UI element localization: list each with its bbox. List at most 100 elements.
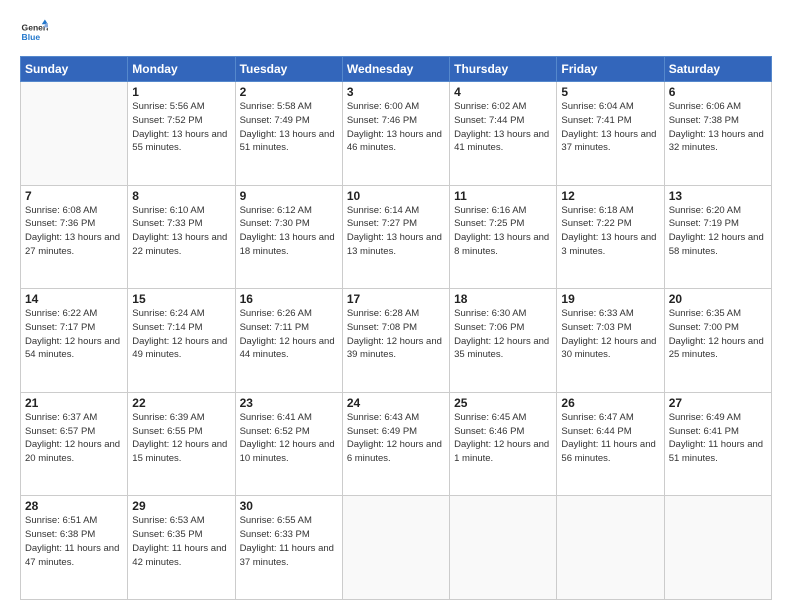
day-number: 24 <box>347 396 445 410</box>
calendar-cell: 18Sunrise: 6:30 AMSunset: 7:06 PMDayligh… <box>450 289 557 393</box>
day-info: Sunrise: 5:58 AMSunset: 7:49 PMDaylight:… <box>240 100 338 155</box>
header: General Blue <box>20 18 772 46</box>
day-info: Sunrise: 6:24 AMSunset: 7:14 PMDaylight:… <box>132 307 230 362</box>
calendar-cell: 27Sunrise: 6:49 AMSunset: 6:41 PMDayligh… <box>664 392 771 496</box>
day-number: 21 <box>25 396 123 410</box>
day-number: 10 <box>347 189 445 203</box>
calendar-cell <box>664 496 771 600</box>
day-number: 22 <box>132 396 230 410</box>
calendar-cell: 13Sunrise: 6:20 AMSunset: 7:19 PMDayligh… <box>664 185 771 289</box>
day-number: 19 <box>561 292 659 306</box>
calendar-cell: 8Sunrise: 6:10 AMSunset: 7:33 PMDaylight… <box>128 185 235 289</box>
calendar-cell: 22Sunrise: 6:39 AMSunset: 6:55 PMDayligh… <box>128 392 235 496</box>
calendar-week-4: 21Sunrise: 6:37 AMSunset: 6:57 PMDayligh… <box>21 392 772 496</box>
calendar-cell: 2Sunrise: 5:58 AMSunset: 7:49 PMDaylight… <box>235 82 342 186</box>
calendar-cell: 10Sunrise: 6:14 AMSunset: 7:27 PMDayligh… <box>342 185 449 289</box>
day-number: 16 <box>240 292 338 306</box>
calendar-cell: 26Sunrise: 6:47 AMSunset: 6:44 PMDayligh… <box>557 392 664 496</box>
day-info: Sunrise: 6:16 AMSunset: 7:25 PMDaylight:… <box>454 204 552 259</box>
day-number: 28 <box>25 499 123 513</box>
calendar-cell: 28Sunrise: 6:51 AMSunset: 6:38 PMDayligh… <box>21 496 128 600</box>
calendar-cell: 11Sunrise: 6:16 AMSunset: 7:25 PMDayligh… <box>450 185 557 289</box>
calendar-cell: 14Sunrise: 6:22 AMSunset: 7:17 PMDayligh… <box>21 289 128 393</box>
calendar-cell: 17Sunrise: 6:28 AMSunset: 7:08 PMDayligh… <box>342 289 449 393</box>
weekday-header-tuesday: Tuesday <box>235 57 342 82</box>
day-info: Sunrise: 6:47 AMSunset: 6:44 PMDaylight:… <box>561 411 659 466</box>
logo: General Blue <box>20 18 48 46</box>
day-info: Sunrise: 6:41 AMSunset: 6:52 PMDaylight:… <box>240 411 338 466</box>
calendar-cell: 3Sunrise: 6:00 AMSunset: 7:46 PMDaylight… <box>342 82 449 186</box>
calendar-cell: 25Sunrise: 6:45 AMSunset: 6:46 PMDayligh… <box>450 392 557 496</box>
day-info: Sunrise: 6:02 AMSunset: 7:44 PMDaylight:… <box>454 100 552 155</box>
day-number: 20 <box>669 292 767 306</box>
calendar-week-2: 7Sunrise: 6:08 AMSunset: 7:36 PMDaylight… <box>21 185 772 289</box>
calendar-cell <box>21 82 128 186</box>
weekday-header-thursday: Thursday <box>450 57 557 82</box>
day-info: Sunrise: 6:37 AMSunset: 6:57 PMDaylight:… <box>25 411 123 466</box>
day-info: Sunrise: 6:26 AMSunset: 7:11 PMDaylight:… <box>240 307 338 362</box>
calendar-cell <box>450 496 557 600</box>
calendar-cell <box>342 496 449 600</box>
calendar-cell: 4Sunrise: 6:02 AMSunset: 7:44 PMDaylight… <box>450 82 557 186</box>
day-number: 7 <box>25 189 123 203</box>
day-number: 3 <box>347 85 445 99</box>
calendar-cell: 5Sunrise: 6:04 AMSunset: 7:41 PMDaylight… <box>557 82 664 186</box>
svg-text:Blue: Blue <box>22 32 41 42</box>
day-number: 5 <box>561 85 659 99</box>
day-info: Sunrise: 6:00 AMSunset: 7:46 PMDaylight:… <box>347 100 445 155</box>
day-info: Sunrise: 6:12 AMSunset: 7:30 PMDaylight:… <box>240 204 338 259</box>
calendar-week-1: 1Sunrise: 5:56 AMSunset: 7:52 PMDaylight… <box>21 82 772 186</box>
day-number: 13 <box>669 189 767 203</box>
day-number: 6 <box>669 85 767 99</box>
calendar-cell: 7Sunrise: 6:08 AMSunset: 7:36 PMDaylight… <box>21 185 128 289</box>
day-info: Sunrise: 6:49 AMSunset: 6:41 PMDaylight:… <box>669 411 767 466</box>
weekday-header-wednesday: Wednesday <box>342 57 449 82</box>
day-number: 11 <box>454 189 552 203</box>
day-number: 9 <box>240 189 338 203</box>
day-info: Sunrise: 6:08 AMSunset: 7:36 PMDaylight:… <box>25 204 123 259</box>
day-info: Sunrise: 6:55 AMSunset: 6:33 PMDaylight:… <box>240 514 338 569</box>
weekday-header-friday: Friday <box>557 57 664 82</box>
day-info: Sunrise: 6:22 AMSunset: 7:17 PMDaylight:… <box>25 307 123 362</box>
day-number: 8 <box>132 189 230 203</box>
day-info: Sunrise: 6:06 AMSunset: 7:38 PMDaylight:… <box>669 100 767 155</box>
day-number: 15 <box>132 292 230 306</box>
calendar-cell: 19Sunrise: 6:33 AMSunset: 7:03 PMDayligh… <box>557 289 664 393</box>
day-info: Sunrise: 6:30 AMSunset: 7:06 PMDaylight:… <box>454 307 552 362</box>
day-number: 25 <box>454 396 552 410</box>
calendar-cell: 20Sunrise: 6:35 AMSunset: 7:00 PMDayligh… <box>664 289 771 393</box>
day-info: Sunrise: 6:35 AMSunset: 7:00 PMDaylight:… <box>669 307 767 362</box>
day-info: Sunrise: 6:20 AMSunset: 7:19 PMDaylight:… <box>669 204 767 259</box>
calendar-cell: 23Sunrise: 6:41 AMSunset: 6:52 PMDayligh… <box>235 392 342 496</box>
day-number: 12 <box>561 189 659 203</box>
day-info: Sunrise: 5:56 AMSunset: 7:52 PMDaylight:… <box>132 100 230 155</box>
day-number: 23 <box>240 396 338 410</box>
day-number: 30 <box>240 499 338 513</box>
calendar-cell: 1Sunrise: 5:56 AMSunset: 7:52 PMDaylight… <box>128 82 235 186</box>
calendar-cell: 21Sunrise: 6:37 AMSunset: 6:57 PMDayligh… <box>21 392 128 496</box>
day-info: Sunrise: 6:43 AMSunset: 6:49 PMDaylight:… <box>347 411 445 466</box>
day-info: Sunrise: 6:53 AMSunset: 6:35 PMDaylight:… <box>132 514 230 569</box>
calendar-week-5: 28Sunrise: 6:51 AMSunset: 6:38 PMDayligh… <box>21 496 772 600</box>
day-number: 1 <box>132 85 230 99</box>
calendar-cell <box>557 496 664 600</box>
calendar-cell: 6Sunrise: 6:06 AMSunset: 7:38 PMDaylight… <box>664 82 771 186</box>
day-info: Sunrise: 6:45 AMSunset: 6:46 PMDaylight:… <box>454 411 552 466</box>
day-number: 14 <box>25 292 123 306</box>
calendar-cell: 24Sunrise: 6:43 AMSunset: 6:49 PMDayligh… <box>342 392 449 496</box>
calendar-cell: 15Sunrise: 6:24 AMSunset: 7:14 PMDayligh… <box>128 289 235 393</box>
day-info: Sunrise: 6:33 AMSunset: 7:03 PMDaylight:… <box>561 307 659 362</box>
weekday-header-row: SundayMondayTuesdayWednesdayThursdayFrid… <box>21 57 772 82</box>
calendar-page: General Blue SundayMondayTuesdayWednesda… <box>0 0 792 612</box>
day-info: Sunrise: 6:04 AMSunset: 7:41 PMDaylight:… <box>561 100 659 155</box>
weekday-header-saturday: Saturday <box>664 57 771 82</box>
calendar-table: SundayMondayTuesdayWednesdayThursdayFrid… <box>20 56 772 600</box>
calendar-cell: 30Sunrise: 6:55 AMSunset: 6:33 PMDayligh… <box>235 496 342 600</box>
day-number: 17 <box>347 292 445 306</box>
day-info: Sunrise: 6:10 AMSunset: 7:33 PMDaylight:… <box>132 204 230 259</box>
day-number: 27 <box>669 396 767 410</box>
day-info: Sunrise: 6:51 AMSunset: 6:38 PMDaylight:… <box>25 514 123 569</box>
calendar-cell: 9Sunrise: 6:12 AMSunset: 7:30 PMDaylight… <box>235 185 342 289</box>
weekday-header-monday: Monday <box>128 57 235 82</box>
day-number: 2 <box>240 85 338 99</box>
